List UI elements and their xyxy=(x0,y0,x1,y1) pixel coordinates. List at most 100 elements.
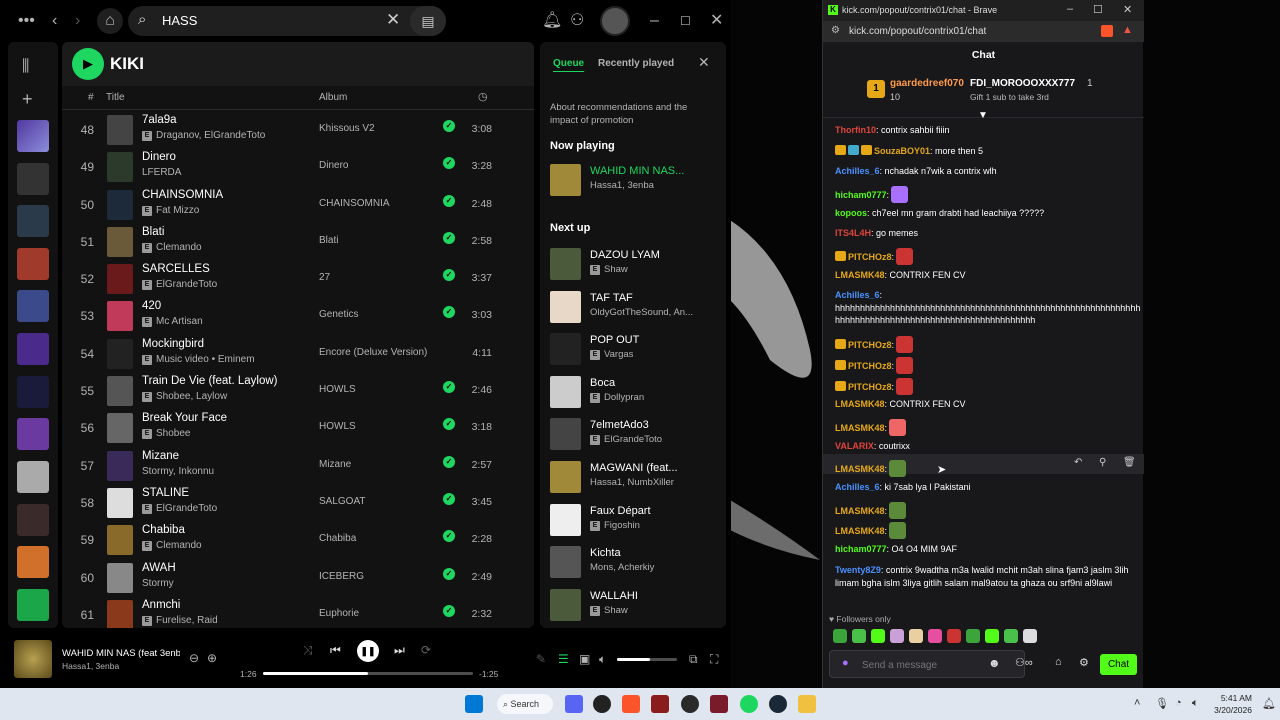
app-icon[interactable] xyxy=(710,695,728,713)
table-row[interactable]: 59 Chabiba E Clemando Chabiba ✓ 2:28 xyxy=(62,522,534,559)
brave-icon[interactable] xyxy=(622,695,640,713)
artist-text[interactable]: LFERDA xyxy=(142,167,181,178)
track-album[interactable]: HOWLS xyxy=(319,421,356,432)
chat-message[interactable]: ITS4L4H: go memes xyxy=(835,227,1135,240)
chat-message[interactable]: Achilles_6: hhhhhhhhhhhhhhhhhhhhhhhhhhhh… xyxy=(835,289,1140,327)
saved-check-icon[interactable]: ✓ xyxy=(443,381,455,394)
chat-message[interactable]: Thorfin10: contrix sahbii fiiin xyxy=(835,124,1135,137)
notifications-icon[interactable]: 🔔︎ xyxy=(542,11,562,31)
chat-message[interactable]: PITCHOz8: xyxy=(835,336,1135,353)
artist-text[interactable]: Shobee xyxy=(156,428,190,439)
store-icon[interactable]: ⌂ xyxy=(1055,656,1062,668)
maximize-icon[interactable]: ☐ xyxy=(680,11,691,31)
chat-username[interactable]: PITCHOz8 xyxy=(848,361,892,371)
queue-item[interactable]: TAF TAF OldyGotTheSound, An... xyxy=(550,289,720,325)
chat-settings-icon[interactable]: ⚙ xyxy=(1079,656,1089,669)
chat-username[interactable]: LMASMK48 xyxy=(835,506,885,516)
chat-message[interactable]: Twenty8Z9: contrix 9wadtha m3a lwalid mc… xyxy=(835,564,1135,589)
track-artist[interactable]: E Clemando xyxy=(142,242,202,253)
chat-message[interactable]: kopoos: ch7eel mn gram drabti had leachi… xyxy=(835,207,1135,220)
chat-username[interactable]: PITCHOz8 xyxy=(848,252,892,262)
table-row[interactable]: 55 Train De Vie (feat. Laylow) E Shobee, La… xyxy=(62,373,534,410)
table-row[interactable]: 58 STALINE E ElGrandeToto SALGOAT ✓ 3:45 xyxy=(62,485,534,522)
forward-icon[interactable]: › xyxy=(75,11,80,31)
top-gifter-name[interactable]: gaardedreef070 xyxy=(890,78,964,89)
site-settings-icon[interactable]: ⚙ xyxy=(831,25,840,36)
track-album[interactable]: 27 xyxy=(319,272,330,283)
track-artist[interactable]: E Draganov, ElGrandeToto xyxy=(142,130,265,141)
track-artist[interactable]: E Clemando xyxy=(142,540,202,552)
track-title[interactable]: Break Your Face xyxy=(142,412,227,424)
library-item-thumb[interactable] xyxy=(17,504,49,536)
artist-text[interactable]: Fat Mizzo xyxy=(156,205,199,216)
clear-search-icon[interactable]: ✕ xyxy=(386,10,400,30)
emote-icon[interactable] xyxy=(909,629,923,643)
library-item-thumb[interactable] xyxy=(17,205,49,237)
saved-check-icon[interactable]: ✓ xyxy=(443,418,455,431)
table-row[interactable]: 52 SARCELLES E ElGrandeToto 27 ✓ 3:37 xyxy=(62,261,534,298)
emote-icon[interactable] xyxy=(871,629,885,643)
close-window-icon[interactable]: ✕ xyxy=(710,11,723,31)
table-row[interactable]: 53 420 E Mc Artisan Genetics ✓ 3:03 xyxy=(62,298,534,335)
saved-check-icon[interactable]: ✓ xyxy=(443,306,455,319)
chat-username[interactable]: LMASMK48 xyxy=(835,399,885,409)
minimize-icon[interactable]: – xyxy=(650,11,659,31)
artist-text[interactable]: Clemando xyxy=(156,242,202,253)
kick-extensions-icon[interactable]: ⚇∞ xyxy=(1015,656,1033,669)
gift-sub-prompt[interactable]: Gift 1 sub to take 3rd xyxy=(970,92,1049,102)
volume-icon[interactable]: 🔈︎ xyxy=(599,652,606,667)
track-title[interactable]: Blati xyxy=(142,226,164,238)
back-icon[interactable]: ‹ xyxy=(52,11,57,31)
chat-username[interactable]: Achilles_6 xyxy=(835,482,880,492)
recommendations-link[interactable]: About recommendations and the impact of … xyxy=(550,101,710,127)
system-clock[interactable]: 5:41 AM 3/20/2026 xyxy=(1210,692,1252,716)
chat-username[interactable]: kopoos xyxy=(835,208,867,218)
now-playing-item[interactable]: WAHID MIN NAS... Hassa1, 3enba xyxy=(550,162,720,198)
chat-emote-icon[interactable] xyxy=(889,460,907,477)
brave-shield-icon[interactable] xyxy=(1101,25,1113,37)
chat-username[interactable]: LMASMK48 xyxy=(835,270,885,280)
chat-message[interactable]: LMASMK48: xyxy=(835,460,1135,477)
library-item-thumb[interactable] xyxy=(17,376,49,408)
queue-item[interactable]: WALLAHI E Shaw xyxy=(550,587,720,623)
app-icon[interactable] xyxy=(651,695,669,713)
track-album[interactable]: Dinero xyxy=(319,160,348,171)
queue-item[interactable]: 7elmetAdo3 E ElGrandeToto xyxy=(550,416,720,452)
chat-emote-icon[interactable] xyxy=(896,357,914,374)
now-playing-art[interactable] xyxy=(14,640,52,678)
chat-username[interactable]: Achilles_6 xyxy=(835,166,880,176)
saved-check-icon[interactable]: ✓ xyxy=(443,120,455,132)
close-window-icon[interactable]: ✕ xyxy=(1123,3,1132,16)
steam-icon[interactable] xyxy=(769,695,787,713)
saved-check-icon[interactable]: ✓ xyxy=(443,157,455,170)
table-row[interactable]: 50 CHAINSOMNIA E Fat Mizzo CHAINSOMNIA ✓ 2:48 xyxy=(62,187,534,224)
next-icon[interactable]: ⏭︎ xyxy=(394,643,405,658)
saved-check-icon[interactable]: ✓ xyxy=(443,604,455,617)
chat-message[interactable]: hicham0777: O4 O4 MIM 9AF xyxy=(835,543,1135,556)
create-playlist-icon[interactable]: + xyxy=(22,89,33,110)
queue-item[interactable]: MAGWANI (feat... Hassa1, NumbXiller xyxy=(550,459,720,495)
close-queue-icon[interactable]: ✕ xyxy=(698,54,710,71)
library-item-thumb[interactable] xyxy=(17,589,49,621)
emote-icon[interactable] xyxy=(890,629,904,643)
library-item-thumb[interactable] xyxy=(17,290,49,322)
table-row[interactable]: 48 7ala9a E Draganov, ElGrandeToto Khissous … xyxy=(62,112,534,149)
emote-icon[interactable] xyxy=(852,629,866,643)
track-title[interactable]: 7ala9a xyxy=(142,114,177,126)
saved-check-icon[interactable]: ✓ xyxy=(443,530,455,543)
chat-username[interactable]: hicham0777 xyxy=(835,190,887,200)
track-artist[interactable]: E ElGrandeToto xyxy=(142,503,217,514)
track-album[interactable]: ICEBERG xyxy=(319,571,364,582)
fullscreen-icon[interactable]: ⛶ xyxy=(710,652,718,667)
library-item-thumb[interactable] xyxy=(17,418,49,450)
queue-item[interactable]: POP OUT E Vargas xyxy=(550,331,720,367)
chat-emote-icon[interactable] xyxy=(891,186,909,203)
track-artist[interactable]: Stormy xyxy=(142,578,174,589)
track-artist[interactable]: E Shobee, Laylow xyxy=(142,391,227,403)
track-album[interactable]: Genetics xyxy=(319,309,358,320)
chat-message[interactable]: LMASMK48: xyxy=(835,502,1135,519)
chat-message[interactable]: PITCHOz8: xyxy=(835,248,1135,265)
connect-device-icon[interactable]: ▣ xyxy=(579,652,590,666)
search-input[interactable]: HASS xyxy=(162,13,197,28)
search-bar[interactable]: ⌕ HASS ✕ xyxy=(128,6,446,36)
